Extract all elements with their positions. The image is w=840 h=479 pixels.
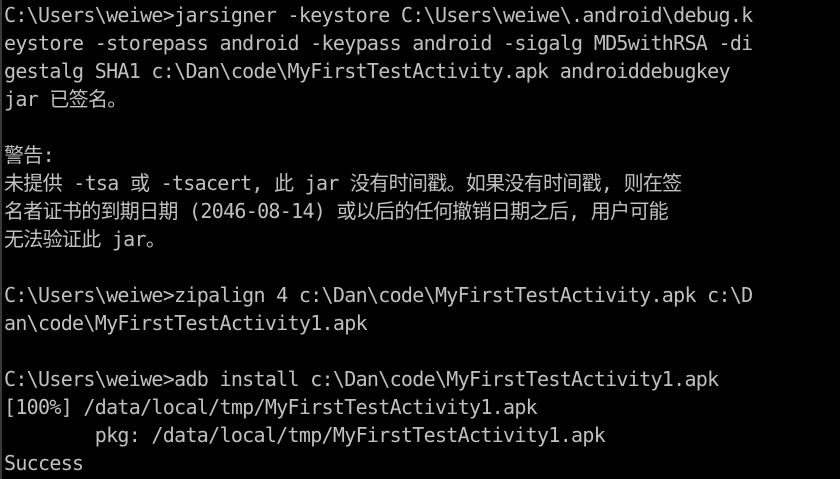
console-line-6: 警告: bbox=[4, 143, 55, 167]
console-line-7: 未提供 -tsa 或 -tsacert, 此 jar 没有时间戳。如果没有时间戳… bbox=[4, 171, 682, 195]
console-line-11: C:\Users\weiwe>zipalign 4 c:\Dan\code\My… bbox=[4, 283, 753, 307]
window-border bbox=[0, 0, 2, 479]
console-line-12: an\code\MyFirstTestActivity1.apk bbox=[4, 311, 368, 335]
console-line-16: pkg: /data/local/tmp/MyFirstTestActivity… bbox=[4, 423, 606, 447]
console-line-4: jar 已签名。 bbox=[4, 87, 127, 111]
console-window[interactable]: C:\Users\weiwe>jarsigner -keystore C:\Us… bbox=[0, 0, 840, 479]
console-line-9: 无法验证此 jar。 bbox=[4, 227, 166, 251]
console-line-15: [100%] /data/local/tmp/MyFirstTestActivi… bbox=[4, 395, 538, 419]
console-line-14: C:\Users\weiwe>adb install c:\Dan\code\M… bbox=[4, 367, 719, 391]
console-line-1: C:\Users\weiwe>jarsigner -keystore C:\Us… bbox=[4, 3, 753, 27]
console-line-8: 名者证书的到期日期 (2046-08-14) 或以后的任何撤销日期之后, 用户可… bbox=[4, 199, 669, 223]
console-line-2: eystore -storepass android -keypass andr… bbox=[4, 31, 753, 55]
console-line-17: Success bbox=[4, 451, 84, 475]
console-line-3: gestalg SHA1 c:\Dan\code\MyFirstTestActi… bbox=[4, 59, 731, 83]
